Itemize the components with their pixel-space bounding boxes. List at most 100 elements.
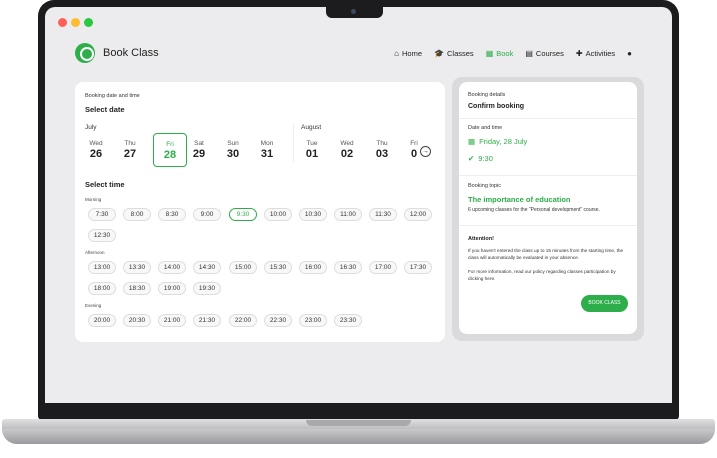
time-slot[interactable]: 18:30 bbox=[123, 282, 151, 295]
app-title: Book Class bbox=[103, 47, 159, 59]
time-slot[interactable]: 10:30 bbox=[299, 208, 327, 221]
book-class-button[interactable]: BOOK CLASS bbox=[581, 295, 628, 312]
day-name: Fri bbox=[410, 140, 418, 147]
minimize-dot[interactable] bbox=[71, 18, 80, 27]
time-slot[interactable]: 16:30 bbox=[334, 261, 362, 274]
time-slot[interactable]: 22:00 bbox=[229, 314, 257, 327]
top-nav: Book Class ⌂ Home 🎓 Classes ▦ Book ▤ Courses… bbox=[75, 42, 635, 64]
account-button[interactable]: ● bbox=[627, 49, 635, 58]
time-slot[interactable]: 11:00 bbox=[334, 208, 362, 221]
nav-home[interactable]: ⌂ Home bbox=[394, 49, 422, 58]
book-icon: ▤ bbox=[525, 48, 533, 58]
time-slot[interactable]: 13:00 bbox=[88, 261, 116, 274]
time-slot[interactable]: 11:30 bbox=[369, 208, 397, 221]
next-dates-button[interactable]: → bbox=[420, 146, 431, 157]
day-name: Sat bbox=[194, 140, 204, 147]
nav-activities[interactable]: ✚ Activities bbox=[576, 49, 615, 58]
time-slot[interactable]: 9:00 bbox=[193, 208, 221, 221]
datetime-label: Date and time bbox=[468, 125, 503, 131]
day-name: Thu bbox=[376, 140, 388, 147]
nav-classes[interactable]: 🎓 Classes bbox=[434, 49, 474, 58]
group-label-evening: Evening bbox=[85, 303, 102, 308]
time-slot[interactable]: 8:30 bbox=[158, 208, 186, 221]
nav-courses[interactable]: ▤ Courses bbox=[525, 49, 564, 58]
time-slot[interactable]: 20:00 bbox=[88, 314, 116, 327]
day-name: Sun bbox=[227, 140, 239, 147]
date-wed-02[interactable]: Wed 02 bbox=[330, 133, 364, 167]
close-dot[interactable] bbox=[58, 18, 67, 27]
time-slot[interactable]: 12:00 bbox=[404, 208, 432, 221]
puzzle-icon: ✚ bbox=[575, 48, 583, 58]
select-time-heading: Select time bbox=[85, 180, 125, 189]
time-slot[interactable]: 7:30 bbox=[88, 208, 116, 221]
time-slot[interactable]: 10:00 bbox=[264, 208, 292, 221]
time-slot[interactable]: 14:30 bbox=[193, 261, 221, 274]
day-name: Tue bbox=[306, 140, 318, 147]
time-slot[interactable]: 19:00 bbox=[158, 282, 186, 295]
time-slot[interactable]: 23:30 bbox=[334, 314, 362, 327]
policy-text: For more information, read our policy re… bbox=[468, 269, 616, 281]
day-name: Wed bbox=[340, 140, 354, 147]
time-slot[interactable]: 18:00 bbox=[88, 282, 116, 295]
time-slot[interactable]: 14:00 bbox=[158, 261, 186, 274]
day-number: 30 bbox=[226, 148, 240, 160]
day-number: 02 bbox=[340, 148, 354, 160]
time-slot[interactable]: 12:30 bbox=[88, 229, 116, 242]
calendar-icon: ▦ bbox=[485, 48, 494, 58]
laptop-base bbox=[2, 429, 715, 444]
calendar-icon: ▦ bbox=[468, 137, 476, 146]
nav-book[interactable]: ▦ Book bbox=[486, 49, 514, 58]
details-divider-3 bbox=[459, 225, 637, 226]
time-slot[interactable]: 15:00 bbox=[229, 261, 257, 274]
topic-title: The importance of education bbox=[468, 195, 571, 204]
time-slot[interactable]: 19:30 bbox=[193, 282, 221, 295]
day-name: Mon bbox=[260, 140, 274, 147]
day-number: 29 bbox=[192, 148, 206, 160]
attention-text: If you haven't entered the class up to 1… bbox=[468, 248, 624, 260]
time-slot[interactable]: 17:00 bbox=[369, 261, 397, 274]
graduation-cap-icon: 🎓 bbox=[434, 48, 444, 58]
group-label-morning: Morning bbox=[85, 197, 102, 202]
select-date-heading: Select date bbox=[85, 105, 125, 114]
time-slot[interactable]: 16:00 bbox=[299, 261, 327, 274]
logo-icon bbox=[75, 43, 95, 63]
details-divider-2 bbox=[459, 175, 637, 176]
time-slot[interactable]: 23:00 bbox=[299, 314, 327, 327]
time-slot[interactable]: 17:30 bbox=[404, 261, 432, 274]
date-thu-03[interactable]: Thu 03 bbox=[365, 133, 399, 167]
camera-icon bbox=[351, 9, 356, 14]
date-thu-27[interactable]: Thu 27 bbox=[113, 133, 147, 167]
time-slot[interactable]: 9:30 bbox=[229, 208, 257, 221]
day-name: Wed bbox=[89, 140, 103, 147]
date-mon-31[interactable]: Mon 31 bbox=[250, 133, 284, 167]
time-slot[interactable]: 20:30 bbox=[123, 314, 151, 327]
attention-title: Attention! bbox=[468, 236, 494, 242]
time-slot[interactable]: 21:00 bbox=[158, 314, 186, 327]
laptop-groove bbox=[306, 420, 411, 426]
day-number: 26 bbox=[89, 148, 103, 160]
window-controls bbox=[58, 18, 93, 27]
day-name: Thu bbox=[124, 140, 136, 147]
selected-time: ✔ 9:30 bbox=[468, 154, 493, 163]
time-slot[interactable]: 13:30 bbox=[123, 261, 151, 274]
month-august: August bbox=[301, 124, 322, 131]
home-icon: ⌂ bbox=[394, 48, 400, 58]
date-sun-30[interactable]: Sun 30 bbox=[216, 133, 250, 167]
month-divider bbox=[293, 124, 294, 162]
date-sat-29[interactable]: Sat 29 bbox=[182, 133, 216, 167]
user-icon: ● bbox=[627, 48, 632, 58]
laptop-frame: Book Class ⌂ Home 🎓 Classes ▦ Book ▤ Courses… bbox=[0, 0, 717, 458]
topic-note: 6 upcoming classes for the "Personal dev… bbox=[468, 207, 600, 213]
topic-label: Booking topic bbox=[468, 183, 502, 189]
section-label: Booking date and time bbox=[85, 93, 140, 99]
selected-date: ▦ Friday, 28 July bbox=[468, 137, 528, 146]
time-slot[interactable]: 8:00 bbox=[123, 208, 151, 221]
time-slot[interactable]: 15:30 bbox=[264, 261, 292, 274]
month-july: July bbox=[85, 124, 97, 131]
time-slot[interactable]: 22:30 bbox=[264, 314, 292, 327]
time-slot[interactable]: 21:30 bbox=[193, 314, 221, 327]
day-number: 01 bbox=[305, 148, 319, 160]
maximize-dot[interactable] bbox=[84, 18, 93, 27]
date-wed-26[interactable]: Wed 26 bbox=[79, 133, 113, 167]
date-tue-01[interactable]: Tue 01 bbox=[295, 133, 329, 167]
